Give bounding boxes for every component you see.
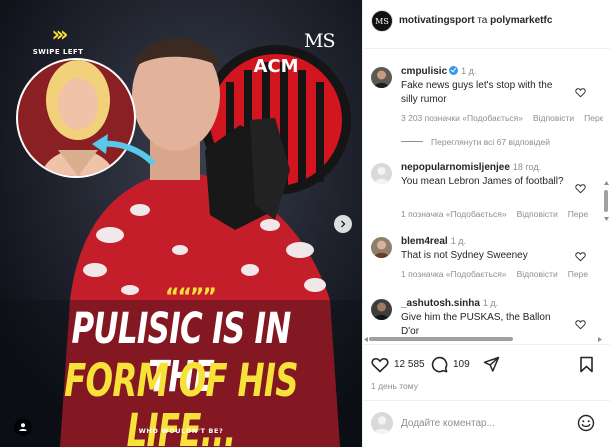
- default-avatar-icon: [374, 416, 390, 434]
- chevrons-icon: ›››: [51, 22, 69, 46]
- scroll-right-arrow-icon[interactable]: [597, 336, 603, 343]
- comment-likes[interactable]: 1 позначка «Подобається»: [401, 269, 507, 279]
- reply-link[interactable]: Відповісти: [517, 269, 558, 279]
- commenter-avatar[interactable]: [371, 237, 392, 258]
- commenter-avatar[interactable]: [371, 67, 392, 88]
- verified-badge-icon: [449, 66, 459, 75]
- vertical-scrollbar-thumb[interactable]: [604, 190, 608, 212]
- divider: [363, 400, 610, 401]
- comment-text: You mean Lebron James of football?: [401, 176, 564, 187]
- commenter-avatar[interactable]: [371, 299, 392, 320]
- translate-link[interactable]: Пере: [584, 113, 603, 123]
- share-icon: [483, 356, 500, 372]
- comment-text: That is not Sydney Sweeney: [401, 250, 528, 261]
- translate-link[interactable]: Пере: [568, 209, 588, 219]
- smile-icon: [577, 414, 595, 432]
- bookmark-icon: [580, 356, 593, 373]
- comment-icon: [431, 356, 448, 373]
- conjunction: та: [477, 15, 488, 26]
- collaborator-username[interactable]: polymarketfc: [490, 15, 552, 26]
- next-slide-button[interactable]: [334, 215, 352, 233]
- avatar-photo: [371, 299, 392, 320]
- like-comment-heart-icon[interactable]: [575, 319, 586, 330]
- divider: [401, 141, 423, 142]
- comment-input[interactable]: [401, 413, 561, 433]
- reply-link[interactable]: Відповісти: [517, 209, 558, 219]
- comment-likes[interactable]: 3 203 позначки «Подобається»: [401, 113, 523, 123]
- emoji-button[interactable]: [577, 414, 595, 437]
- club-letters: ACM: [253, 56, 299, 77]
- comment-username[interactable]: blem4real: [401, 236, 448, 247]
- action-bar: 12 585 109: [363, 356, 610, 376]
- translate-link[interactable]: Пере: [568, 269, 588, 279]
- author-avatar[interactable]: MS: [371, 10, 393, 32]
- comment-age: 1 д.: [450, 236, 466, 246]
- post-authors: motivatingsport та polymarketfc: [399, 15, 552, 26]
- brand-logo: MS: [304, 30, 336, 52]
- chevron-right-icon: [341, 220, 346, 228]
- comment-header: blem4real 1 д.: [401, 236, 466, 247]
- comment-meta: 1 позначка «Подобається» Відповісти Пере: [401, 209, 598, 219]
- comment-likes[interactable]: 1 позначка «Подобається»: [401, 209, 507, 219]
- like-count[interactable]: 12 585: [394, 359, 425, 370]
- author-username[interactable]: motivatingsport: [399, 15, 475, 26]
- view-replies-label: Переглянути всі 67 відповідей: [431, 137, 550, 147]
- current-user-avatar: [371, 412, 393, 434]
- like-comment-heart-icon[interactable]: [575, 87, 586, 98]
- post-sidebar: MS motivatingsport та polymarketfc cmpul…: [362, 0, 610, 447]
- like-comment-heart-icon[interactable]: [575, 251, 586, 262]
- scroll-up-arrow-icon[interactable]: [603, 180, 610, 186]
- swipe-left-hint: ››› SWIPE LEFT: [28, 24, 88, 56]
- share-button[interactable]: [483, 356, 500, 373]
- comment-button[interactable]: 109: [431, 356, 470, 373]
- comment-age: 1 д.: [482, 298, 499, 308]
- swipe-label: SWIPE LEFT: [32, 48, 84, 56]
- scroll-down-arrow-icon[interactable]: [603, 216, 610, 222]
- avatar-photo: [371, 237, 392, 258]
- comment-count[interactable]: 109: [453, 359, 470, 370]
- view-replies-button[interactable]: Переглянути всі 67 відповідей: [401, 137, 550, 147]
- comment-age: 1 д.: [461, 66, 477, 76]
- comment-text: Give him the PUSKAS, the Ballon D'or: [401, 312, 551, 337]
- comment-text: Fake news guys let's stop with the silly…: [401, 80, 553, 105]
- commenter-avatar[interactable]: [371, 163, 392, 184]
- comment-age: 18 год.: [512, 162, 542, 172]
- save-button[interactable]: [579, 356, 594, 373]
- default-avatar-icon: [374, 167, 389, 184]
- like-button[interactable]: 12 585: [371, 356, 425, 373]
- comment-username[interactable]: cmpulisic: [401, 66, 447, 77]
- post-timestamp[interactable]: 1 день тому: [371, 381, 418, 391]
- divider: [363, 344, 610, 345]
- like-comment-heart-icon[interactable]: [575, 183, 586, 194]
- comment-header: nepopularnomisljenjee 18 год.: [401, 162, 541, 173]
- heart-icon: [371, 357, 389, 373]
- comment-header: cmpulisic 1 д.: [401, 66, 476, 77]
- avatar-photo: [371, 67, 392, 88]
- user-icon: [19, 423, 27, 431]
- comment-username[interactable]: _ashutosh.sinha: [401, 298, 480, 309]
- comments-list[interactable]: cmpulisic 1 д. Fake news guys let's stop …: [363, 49, 603, 342]
- tagged-users-button[interactable]: [14, 418, 32, 436]
- comment-meta: 3 203 позначки «Подобається» Відповісти Пе…: [401, 113, 603, 123]
- post-image[interactable]: ››› SWIPE LEFT MS ACM ““”” PULISIC IS IN…: [0, 0, 362, 447]
- comment-header: _ashutosh.sinha 1 д.: [401, 298, 498, 309]
- comment-username[interactable]: nepopularnomisljenjee: [401, 162, 510, 173]
- reply-link[interactable]: Відповісти: [533, 113, 574, 123]
- comment-meta: 1 позначка «Подобається» Відповісти Пере: [401, 269, 598, 279]
- horizontal-scrollbar-thumb[interactable]: [369, 337, 513, 341]
- tagline: WHO WOULDN'T BE?: [138, 427, 224, 435]
